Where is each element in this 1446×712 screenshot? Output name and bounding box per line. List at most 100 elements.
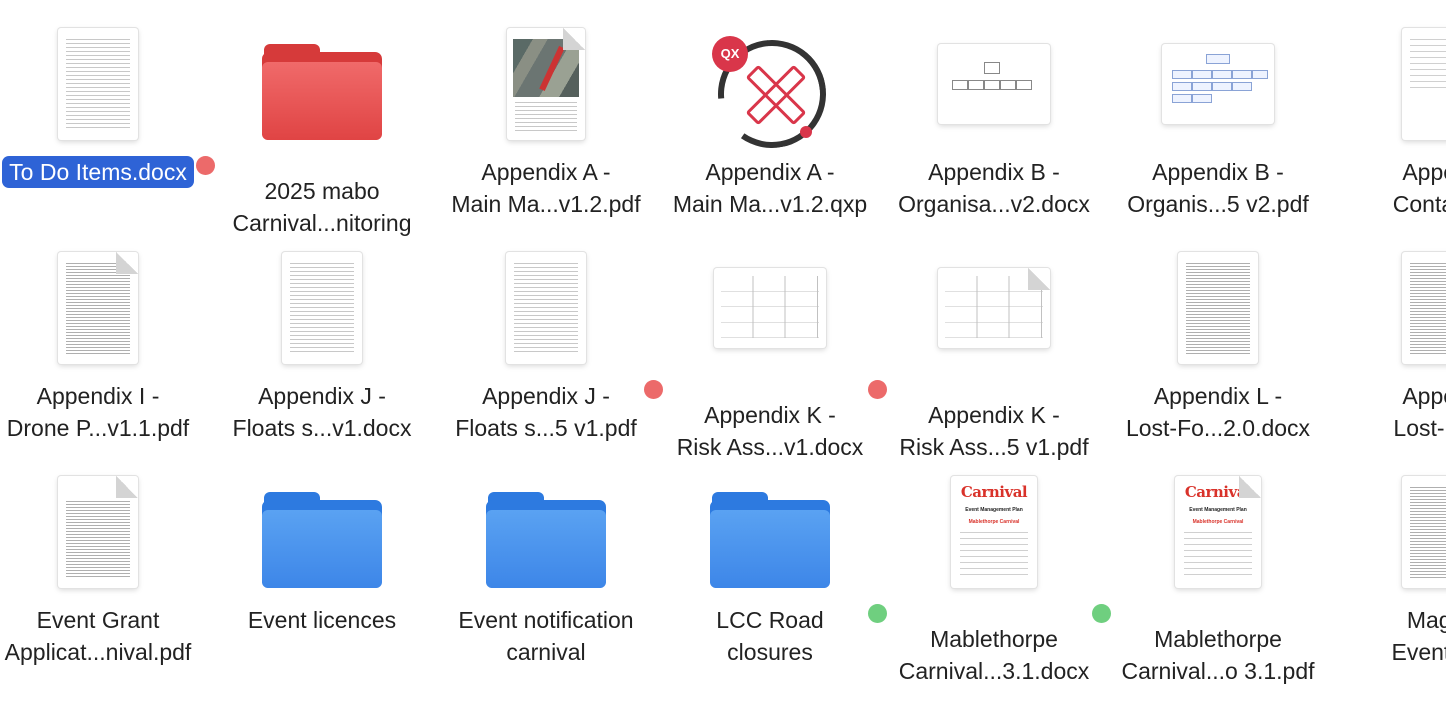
carnival-logo: Carnival — [960, 482, 1028, 501]
file-item[interactable]: Appendix K - Risk Ass...v1.docx — [644, 234, 882, 460]
file-name-label[interactable]: Appendix I - Drone P...v1.1.pdf — [0, 380, 224, 444]
file-name-line2: Drone P...v1.1.pdf — [6, 415, 190, 441]
file-item[interactable]: Appendix J - Floats s...5 v1.pdf — [434, 234, 658, 458]
file-item[interactable]: LCC Road closures — [658, 458, 882, 682]
file-icon[interactable] — [210, 22, 434, 146]
file-name-text: Append — [1402, 159, 1446, 185]
file-name-label[interactable]: To Do Items.docx — [0, 156, 224, 188]
document-thumbnail — [1402, 476, 1446, 588]
file-item[interactable]: QX Appendix A - Main Ma...v1.2.qxp — [658, 10, 882, 234]
file-icon[interactable]: Carnival Event Management Plan Mablethorpe… — [882, 470, 1106, 594]
file-icon[interactable] — [1330, 246, 1446, 370]
file-name-text: Appendix L - — [1153, 383, 1283, 409]
file-icon[interactable] — [434, 246, 658, 370]
file-icon[interactable] — [0, 22, 210, 146]
file-icon[interactable] — [210, 470, 434, 594]
file-item[interactable]: Appendix J - Floats s...v1.docx — [210, 234, 434, 458]
file-name-label[interactable]: Appendix A - Main Ma...v1.2.pdf — [420, 156, 672, 220]
file-name-text: 2025 mabo — [264, 178, 380, 204]
file-icon[interactable] — [1106, 22, 1330, 146]
carnival-logo: Carnival — [1184, 482, 1252, 501]
file-icon[interactable]: Carnival Event Management Plan Mablethorpe… — [1106, 470, 1330, 594]
document-thumbnail — [58, 252, 138, 364]
file-icon[interactable] — [434, 22, 658, 146]
document-thumbnail — [282, 252, 362, 364]
qx-badge: QX — [712, 36, 748, 72]
file-name-label[interactable]: Appendix B - Organisa...v2.docx — [868, 156, 1120, 220]
file-icon[interactable] — [0, 470, 210, 594]
green-tag-icon — [868, 604, 887, 623]
file-name-line1: Appendix A - — [644, 156, 896, 188]
thumb-subheading: Mablethorpe Carnival — [1192, 518, 1244, 525]
file-item[interactable]: Carnival Event Management Plan Mablethorpe… — [868, 458, 1106, 684]
file-icon[interactable]: QX — [658, 17, 882, 171]
file-icon[interactable] — [434, 470, 658, 594]
file-name-label[interactable]: 2025 mabo Carnival...nitoring — [196, 156, 448, 239]
file-item[interactable]: Appendix B - Organisa...v2.docx — [882, 10, 1106, 234]
file-icon[interactable] — [210, 246, 434, 370]
file-item[interactable]: 2025 mabo Carnival...nitoring — [196, 10, 434, 236]
file-name-line1: Magna — [1316, 604, 1446, 636]
file-item[interactable]: Carnival Event Management Plan Mablethorpe… — [1092, 458, 1330, 684]
file-name-text: Mablethorpe — [930, 626, 1058, 652]
file-item[interactable]: Appendix I - Drone P...v1.1.pdf — [0, 234, 210, 458]
file-icon[interactable] — [1330, 470, 1446, 594]
file-name-line2: Organis...5 v2.pdf — [1127, 191, 1309, 217]
file-name-label[interactable]: Event Grant Applicat...nival.pdf — [0, 604, 224, 668]
file-name-line2: closures — [727, 639, 813, 665]
file-name-line2: Organisa...v2.docx — [898, 191, 1090, 217]
file-name-line1: Appendix B - — [868, 156, 1120, 188]
file-name-label[interactable]: Event licences — [196, 604, 448, 636]
file-icon[interactable] — [882, 22, 1106, 146]
file-item[interactable]: Event notification carnival — [434, 458, 658, 682]
file-name-label[interactable]: Mablethorpe Carnival...o 3.1.pdf — [1092, 604, 1344, 687]
file-name-label[interactable]: Append Lost-Fo... — [1316, 380, 1446, 444]
file-name-label[interactable]: Appendix A - Main Ma...v1.2.qxp — [644, 156, 896, 220]
file-name-line1: Appendix B - — [1092, 156, 1344, 188]
file-name-label[interactable]: Appendix K - Risk Ass...5 v1.pdf — [868, 380, 1120, 463]
file-icon[interactable] — [1106, 246, 1330, 370]
file-name-text: Magna — [1406, 607, 1446, 633]
file-item[interactable]: To Do Items.docx — [0, 10, 210, 234]
file-name-text: Appendix J - — [482, 383, 610, 409]
file-name-label[interactable]: Appendix B - Organis...5 v2.pdf — [1092, 156, 1344, 220]
document-thumbnail — [714, 268, 826, 348]
file-item[interactable]: Event Grant Applicat...nival.pdf — [0, 458, 210, 682]
document-thumbnail — [507, 28, 585, 140]
file-name-label[interactable]: Append Contact... — [1316, 156, 1446, 220]
file-icon[interactable] — [658, 246, 882, 370]
file-icon[interactable] — [0, 246, 210, 370]
file-item[interactable]: Magna Event N... — [1330, 458, 1446, 682]
file-name-line1: Appendix A - — [420, 156, 672, 188]
file-name-text: LCC Road — [716, 607, 824, 633]
file-name-label[interactable]: Event notification carnival — [420, 604, 672, 668]
file-name-text: Appendix A - — [481, 159, 611, 185]
document-thumbnail: Carnival Event Management Plan Mablethorpe… — [951, 476, 1037, 588]
file-name-label[interactable]: Appendix K - Risk Ass...v1.docx — [644, 380, 896, 463]
file-name-line1: To Do Items.docx — [2, 156, 194, 188]
folder-icon — [252, 488, 392, 592]
file-icon[interactable] — [1330, 22, 1446, 146]
file-name-label[interactable]: LCC Road closures — [644, 604, 896, 668]
file-item[interactable]: Appendix L - Lost-Fo...2.0.docx — [1106, 234, 1330, 458]
file-name-line1: Appendix I - — [0, 380, 224, 412]
file-name-line1: Mablethorpe — [1092, 604, 1344, 655]
file-item[interactable]: Append Lost-Fo... — [1330, 234, 1446, 458]
file-name-label[interactable]: Mablethorpe Carnival...3.1.docx — [868, 604, 1120, 687]
green-tag-icon — [1092, 604, 1111, 623]
file-name-text: Event licences — [247, 607, 397, 633]
file-icon[interactable] — [658, 470, 882, 594]
file-name-label[interactable]: Appendix L - Lost-Fo...2.0.docx — [1092, 380, 1344, 444]
document-thumbnail: Carnival Event Management Plan Mablethorpe… — [1175, 476, 1261, 588]
file-name-line1: Event notification — [420, 604, 672, 636]
file-icon[interactable] — [882, 246, 1106, 370]
file-name-label[interactable]: Appendix J - Floats s...5 v1.pdf — [420, 380, 672, 444]
file-item[interactable]: Appendix A - Main Ma...v1.2.pdf — [434, 10, 658, 234]
file-item[interactable]: Appendix K - Risk Ass...5 v1.pdf — [868, 234, 1106, 460]
file-item[interactable]: Append Contact... — [1330, 10, 1446, 234]
file-item[interactable]: Appendix B - Organis...5 v2.pdf — [1106, 10, 1330, 234]
file-name-label[interactable]: Appendix J - Floats s...v1.docx — [196, 380, 448, 444]
file-name-label[interactable]: Magna Event N... — [1316, 604, 1446, 668]
file-item[interactable]: Event licences — [210, 458, 434, 682]
file-name-line1: Mablethorpe — [868, 604, 1120, 655]
